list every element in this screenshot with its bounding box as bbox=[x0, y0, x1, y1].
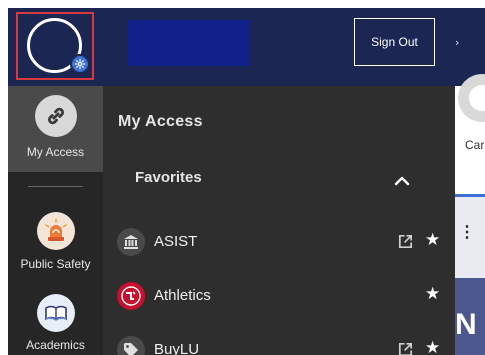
star-icon[interactable]: ★ bbox=[425, 340, 442, 355]
rail-item-label: My Access bbox=[26, 145, 85, 159]
book-icon bbox=[36, 294, 75, 332]
sign-out-button[interactable]: Sign Out bbox=[354, 18, 435, 66]
drawer-title: My Access bbox=[118, 113, 203, 130]
external-link-icon[interactable] bbox=[397, 341, 414, 355]
tag-icon bbox=[117, 336, 145, 355]
rail-item-label: Academics bbox=[26, 338, 85, 352]
profile-avatar-button[interactable] bbox=[16, 12, 94, 80]
link-icon bbox=[34, 95, 77, 137]
favorite-item-label: ASIST bbox=[154, 233, 198, 250]
rail-item-public-safety[interactable]: Public Safety bbox=[8, 212, 103, 282]
siren-icon bbox=[36, 212, 75, 250]
redacted-logo-block bbox=[127, 20, 250, 66]
external-link-icon[interactable] bbox=[397, 233, 414, 250]
favorite-item-label: BuyLU bbox=[154, 341, 200, 355]
favorites-header[interactable]: Favorites bbox=[135, 169, 202, 186]
favorite-item-buylu[interactable]: BuyLU ★ bbox=[103, 330, 455, 355]
gear-icon bbox=[74, 58, 86, 70]
background-hero-letter: N bbox=[455, 308, 477, 341]
left-nav-rail: My Access Public Safety Academics bbox=[8, 86, 103, 355]
my-access-drawer: My Access Favorites ASIST ★ Athletics ★ … bbox=[103, 86, 455, 355]
settings-gear-icon[interactable] bbox=[70, 54, 90, 74]
rail-divider bbox=[28, 186, 83, 187]
app-screen: › Sign Out My Access Public Safety Acade… bbox=[0, 0, 485, 355]
bank-icon bbox=[117, 228, 145, 256]
star-icon[interactable]: ★ bbox=[425, 286, 442, 303]
chevron-right-icon: › bbox=[455, 36, 460, 49]
rail-item-academics[interactable]: Academics bbox=[8, 294, 103, 355]
chevron-up-icon[interactable] bbox=[393, 172, 411, 190]
rail-item-my-access[interactable]: My Access bbox=[8, 86, 103, 172]
background-tile-label: Car bbox=[465, 138, 485, 152]
athletics-logo-icon bbox=[117, 282, 145, 310]
rail-item-label: Public Safety bbox=[20, 257, 91, 271]
background-app-panel: Car ⋮ N bbox=[455, 74, 485, 355]
more-vertical-icon: ⋮ bbox=[459, 224, 475, 241]
favorite-item-asist[interactable]: ASIST ★ bbox=[103, 222, 455, 262]
favorite-item-athletics[interactable]: Athletics ★ bbox=[103, 276, 455, 316]
star-icon[interactable]: ★ bbox=[425, 232, 442, 249]
favorite-item-label: Athletics bbox=[154, 287, 211, 304]
